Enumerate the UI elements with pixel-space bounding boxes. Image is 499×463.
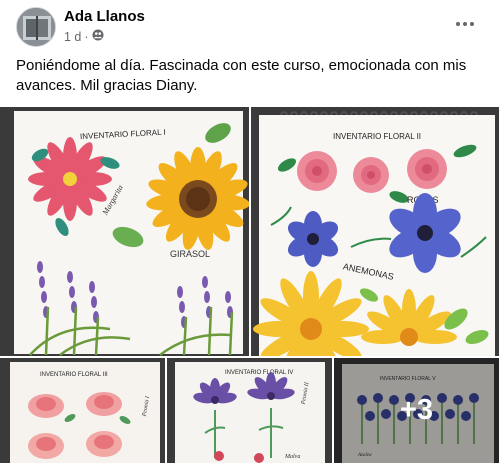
avatar[interactable] bbox=[16, 7, 56, 47]
photo-tile-5[interactable]: INVENTARIO FLORAL V Azalea +3 bbox=[334, 358, 499, 463]
more-photos-overlay[interactable]: +3 bbox=[334, 358, 499, 463]
more-horizontal-icon[interactable] bbox=[451, 12, 479, 36]
photo-tile-3[interactable]: INVENTARIO FLORAL III Peonia I bbox=[0, 358, 165, 463]
post-meta: 1 d · bbox=[64, 29, 104, 44]
photo-1-label-2: GIRASOL bbox=[170, 249, 210, 259]
photo-tile-4[interactable]: INVENTARIO FLORAL IV Peonia II Malva bbox=[167, 358, 332, 463]
photo-4-title: INVENTARIO FLORAL IV bbox=[225, 370, 293, 376]
photo-4-label-2: Malva bbox=[284, 454, 300, 460]
author-name[interactable]: Ada Llanos bbox=[64, 8, 145, 25]
photo-tile-2[interactable]: INVENTARIO FLORAL II ROSAS bbox=[251, 107, 499, 356]
meta-separator: · bbox=[84, 29, 89, 44]
post-header: Ada Llanos 1 d · bbox=[0, 0, 499, 56]
photo-2-title: INVENTARIO FLORAL II bbox=[333, 132, 421, 141]
friends-icon bbox=[92, 29, 104, 44]
post-time[interactable]: 1 d bbox=[64, 30, 81, 44]
post-text: Poniéndome al día. Fascinada con este cu… bbox=[16, 57, 467, 94]
photo-3-title: INVENTARIO FLORAL III bbox=[40, 372, 108, 378]
photo-tile-1[interactable]: INVENTARIO FLORAL I Margarita GIRASOL bbox=[0, 107, 249, 356]
